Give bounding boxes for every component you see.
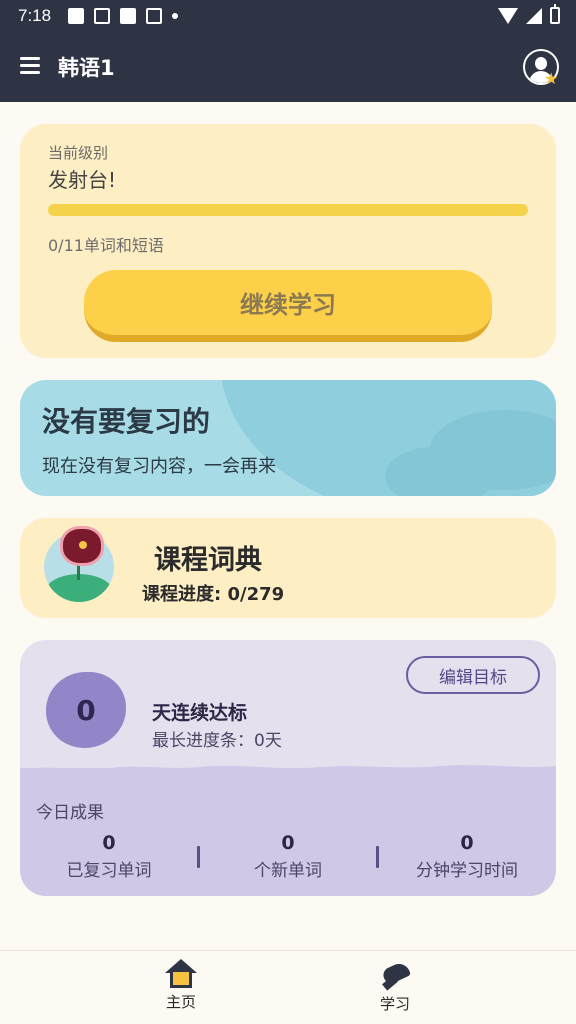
system-icons: [498, 4, 560, 24]
continue-learning-button[interactable]: 继续学习: [84, 270, 492, 342]
app-notification-icon: [120, 8, 136, 24]
nav-home-label: 主页: [165, 993, 196, 1011]
level-card: 当前级别 发射台! 0/11单词和短语 继续学习: [20, 124, 556, 358]
review-card[interactable]: 没有要复习的 现在没有复习内容，一会再来: [20, 380, 556, 496]
level-progress-bar: [48, 204, 528, 216]
course-dictionary-card[interactable]: 课程词典 课程进度: 0/279: [20, 518, 556, 618]
dictionary-progress: 课程进度: 0/279: [142, 584, 285, 605]
streak-label: 天连续达标: [152, 702, 248, 724]
stat-label: 已复习单词: [66, 861, 152, 881]
app-bar: 韩语1: [0, 32, 576, 102]
level-label: 当前级别: [48, 144, 109, 162]
stat-value: 0: [460, 832, 474, 854]
stat-reviewed-words: 0 已复习单词: [24, 832, 194, 881]
edit-goal-button[interactable]: 编辑目标: [406, 656, 540, 694]
review-subtitle: 现在没有复习内容，一会再来: [42, 456, 276, 477]
level-name: 发射台!: [48, 168, 117, 192]
learn-icon: [379, 959, 412, 991]
star-icon: ★: [544, 69, 559, 88]
dictionary-title: 课程词典: [154, 545, 262, 576]
wave-divider: [20, 765, 556, 778]
streak-count-badge: 0: [46, 672, 126, 748]
today-results-label: 今日成果: [36, 803, 104, 823]
nav-home[interactable]: 主页: [136, 959, 226, 1012]
signal-icon: [526, 7, 542, 24]
nav-learn-label: 学习: [379, 995, 410, 1013]
stat-label: 分钟学习时间: [416, 861, 518, 881]
app-title: 韩语1: [58, 56, 115, 80]
longest-streak: 最长进度条：0天: [152, 731, 282, 751]
shield-notification-icon: [94, 8, 110, 24]
daily-goal-card: 0 编辑目标 天连续达标 最长进度条：0天 今日成果 0 已复习单词 0 个新单…: [20, 640, 556, 896]
stat-new-words: 0 个新单词: [203, 832, 373, 881]
bottom-navigation: 主页 学习: [0, 950, 576, 1024]
top-bar: 7:18 韩语1 ★: [0, 0, 576, 102]
battery-icon: [550, 4, 560, 24]
stat-divider: [197, 846, 200, 868]
status-bar: 7:18: [0, 0, 576, 32]
menu-button[interactable]: [20, 57, 40, 75]
stat-value: 0: [102, 832, 116, 854]
level-progress-text: 0/11单词和短语: [48, 236, 164, 255]
font-notification-icon: [146, 8, 162, 24]
more-notifications-dot-icon: [172, 13, 178, 19]
status-time: 7:18: [18, 6, 52, 25]
review-title: 没有要复习的: [42, 405, 211, 438]
stat-minutes: 0 分钟学习时间: [382, 832, 552, 881]
home-icon: [165, 959, 197, 989]
stat-label: 个新单词: [254, 861, 322, 881]
image-notification-icon: [68, 8, 84, 24]
flower-icon: [60, 526, 104, 566]
stat-value: 0: [281, 832, 295, 854]
nav-learn[interactable]: 学习: [350, 959, 440, 1014]
notification-icons: [68, 8, 178, 24]
wifi-icon: [498, 7, 518, 24]
stat-divider: [376, 846, 379, 868]
